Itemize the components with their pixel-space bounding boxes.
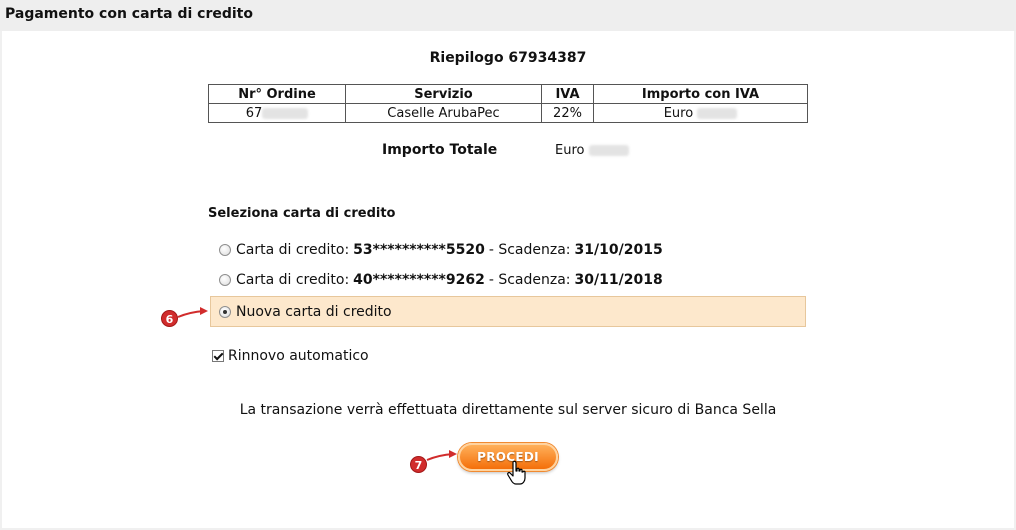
order-summary-table: Nr° Ordine Servizio IVA Importo con IVA … <box>208 84 808 123</box>
secure-transaction-notice: La transazione verrà effettuata direttam… <box>239 402 777 418</box>
auto-renew-checkbox[interactable] <box>212 350 224 362</box>
card-2-label: Carta di credito: <box>236 272 350 288</box>
amount-prefix: Euro <box>663 105 694 121</box>
card-2-expiry: 30/11/2018 <box>574 272 663 288</box>
card-selection-title: Seleziona carta di credito <box>208 206 396 221</box>
redacted-order-number <box>262 107 309 119</box>
auto-renew-label: Rinnovo automatico <box>228 348 369 364</box>
redacted-total <box>588 145 629 156</box>
table-row: 67 Caselle ArubaPec 22% Euro <box>208 103 808 123</box>
column-header-iva: IVA <box>541 84 594 104</box>
step-7-arrow-icon <box>426 450 457 461</box>
column-header-amount: Importo con IVA <box>593 84 808 104</box>
card-1-label: Carta di credito: <box>236 242 350 258</box>
card-2-expiry-label: - Scadenza: <box>488 272 571 288</box>
saved-card-option-2[interactable]: Carta di credito: 40**********9262 - Sca… <box>219 269 663 291</box>
redacted-amount <box>697 107 738 119</box>
saved-card-option-1[interactable]: Carta di credito: 53**********5520 - Sca… <box>219 239 663 261</box>
order-number-prefix: 67 <box>245 105 263 121</box>
hand-cursor-icon <box>507 460 526 485</box>
step-6-arrow-icon <box>177 307 208 318</box>
total-value: Euro <box>555 143 629 158</box>
order-number-cell: 67 <box>208 103 346 123</box>
auto-renew-option[interactable]: Rinnovo automatico <box>212 348 369 364</box>
iva-cell: 22% <box>541 103 594 123</box>
card-1-number: 53**********5520 <box>353 242 485 258</box>
new-card-radio[interactable] <box>219 306 231 318</box>
total-label: Importo Totale <box>382 142 498 158</box>
new-card-label: Nuova carta di credito <box>236 304 392 320</box>
total-prefix: Euro <box>555 143 585 158</box>
card-1-radio[interactable] <box>219 244 231 256</box>
new-card-option[interactable]: Nuova carta di credito <box>219 301 392 323</box>
card-1-expiry: 31/10/2015 <box>574 242 663 258</box>
table-header-row: Nr° Ordine Servizio IVA Importo con IVA <box>208 84 808 104</box>
card-1-expiry-label: - Scadenza: <box>488 242 571 258</box>
card-2-number: 40**********9262 <box>353 272 485 288</box>
column-header-order: Nr° Ordine <box>208 84 346 104</box>
page-title: Pagamento con carta di credito <box>5 6 253 22</box>
column-header-service: Servizio <box>345 84 542 104</box>
summary-title: Riepilogo 67934387 <box>429 50 587 66</box>
page-header: Pagamento con carta di credito <box>0 0 1016 31</box>
amount-cell: Euro <box>593 103 808 123</box>
card-2-radio[interactable] <box>219 274 231 286</box>
service-cell: Caselle ArubaPec <box>345 103 542 123</box>
